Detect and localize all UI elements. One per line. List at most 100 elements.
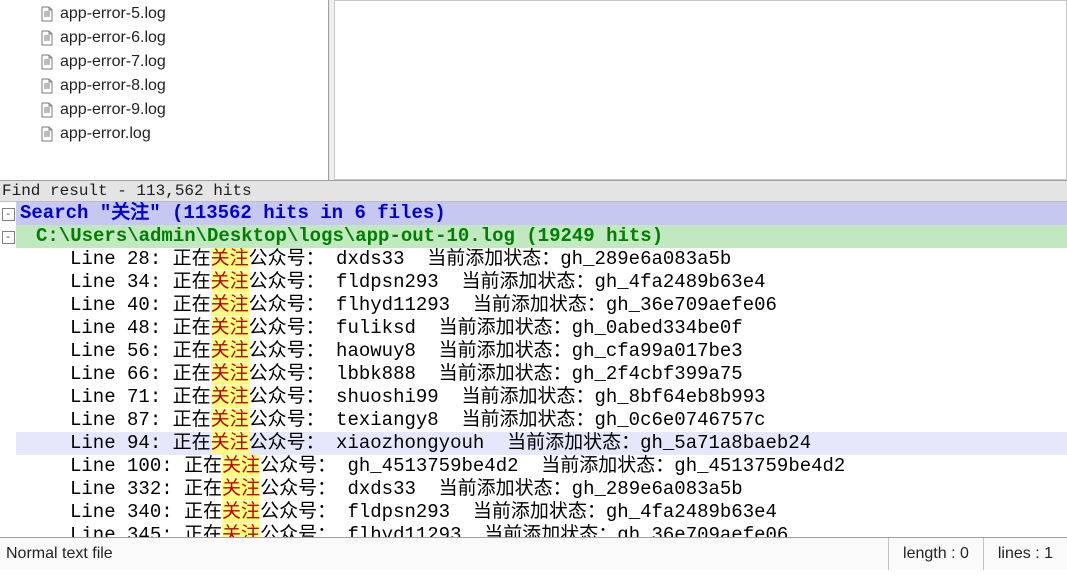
result-line-text: Line 87: 正在关注公众号： texiangy8 当前添加状态：gh_0c… — [16, 409, 1067, 432]
result-text-after: 公众号： fldpsn293 当前添加状态：gh_4fa2489b63e4 — [249, 271, 766, 293]
result-text-before: 正在 — [173, 271, 211, 293]
result-highlight: 关注 — [211, 294, 249, 316]
result-highlight: 关注 — [211, 248, 249, 270]
file-tree-item[interactable]: app-error-5.log — [0, 2, 328, 26]
status-lines: lines : 1 — [984, 538, 1067, 570]
collapse-icon[interactable]: - — [2, 208, 15, 221]
status-file-type: Normal text file — [0, 538, 889, 570]
file-tree-item-label: app-error-5.log — [60, 5, 166, 23]
result-text-before: 正在 — [184, 478, 222, 500]
search-header-row[interactable]: -Search "关注" (113562 hits in 6 files) — [0, 202, 1067, 225]
result-line-number: Line 56: — [70, 340, 173, 362]
collapse-icon[interactable]: - — [2, 231, 15, 244]
result-line-number: Line 340: — [70, 501, 184, 523]
file-icon — [40, 78, 54, 94]
result-line-text: Line 340: 正在关注公众号： fldpsn293 当前添加状态：gh_4… — [16, 501, 1067, 524]
result-text-before: 正在 — [173, 340, 211, 362]
file-tree-item-label: app-error-7.log — [60, 53, 166, 71]
fold-gutter[interactable]: - — [0, 202, 16, 225]
result-line-text: Line 56: 正在关注公众号： haowuy8 当前添加状态：gh_cfa9… — [16, 340, 1067, 363]
result-line[interactable]: Line 340: 正在关注公众号： fldpsn293 当前添加状态：gh_4… — [0, 501, 1067, 524]
result-text-after: 公众号： lbbk888 当前添加状态：gh_2f4cbf399a75 — [249, 363, 743, 385]
result-line[interactable]: Line 66: 正在关注公众号： lbbk888 当前添加状态：gh_2f4c… — [0, 363, 1067, 386]
file-tree-item-label: app-error.log — [60, 125, 151, 143]
find-result-title-bar: Find result - 113,562 hits — [0, 181, 1067, 202]
status-length: length : 0 — [889, 538, 984, 570]
file-tree-item[interactable]: app-error-6.log — [0, 26, 328, 50]
result-line[interactable]: Line 56: 正在关注公众号： haowuy8 当前添加状态：gh_cfa9… — [0, 340, 1067, 363]
file-tree-item[interactable]: app-error.log — [0, 122, 328, 146]
result-text-before: 正在 — [184, 524, 222, 537]
result-line-number: Line 28: — [70, 248, 173, 270]
editor-panel[interactable] — [329, 0, 1067, 180]
result-text-after: 公众号： haowuy8 当前添加状态：gh_cfa99a017be3 — [249, 340, 743, 362]
result-line-text: Line 345: 正在关注公众号： flhyd11293 当前添加状态：gh_… — [16, 524, 1067, 537]
result-line-text: Line 332: 正在关注公众号： dxds33 当前添加状态：gh_289e… — [16, 478, 1067, 501]
result-line[interactable]: Line 71: 正在关注公众号： shuoshi99 当前添加状态：gh_8b… — [0, 386, 1067, 409]
status-bar: Normal text file length : 0 lines : 1 — [0, 537, 1067, 570]
result-text-after: 公众号： texiangy8 当前添加状态：gh_0c6e0746757c — [249, 409, 766, 431]
result-text-before: 正在 — [173, 248, 211, 270]
file-tree-item[interactable]: app-error-9.log — [0, 98, 328, 122]
result-highlight: 关注 — [222, 524, 260, 537]
file-tree-item-label: app-error-6.log — [60, 29, 166, 47]
file-icon — [40, 54, 54, 70]
result-line-number: Line 332: — [70, 478, 184, 500]
result-text-before: 正在 — [173, 363, 211, 385]
result-line-text: Line 71: 正在关注公众号： shuoshi99 当前添加状态：gh_8b… — [16, 386, 1067, 409]
file-tree-item-label: app-error-9.log — [60, 101, 166, 119]
result-highlight: 关注 — [211, 409, 249, 431]
file-icon — [40, 30, 54, 46]
file-tree-item[interactable]: app-error-7.log — [0, 50, 328, 74]
result-line-text: Line 100: 正在关注公众号： gh_4513759be4d2 当前添加状… — [16, 455, 1067, 478]
result-text-before: 正在 — [184, 455, 222, 477]
result-line-number: Line 48: — [70, 317, 173, 339]
result-line[interactable]: Line 28: 正在关注公众号： dxds33 当前添加状态：gh_289e6… — [0, 248, 1067, 271]
result-line-number: Line 71: — [70, 386, 173, 408]
result-text-after: 公众号： dxds33 当前添加状态：gh_289e6a083a5b — [260, 478, 743, 500]
result-text-after: 公众号： shuoshi99 当前添加状态：gh_8bf64eb8b993 — [249, 386, 766, 408]
result-highlight: 关注 — [222, 501, 260, 523]
result-line-number: Line 66: — [70, 363, 173, 385]
file-tree-item[interactable]: app-error-8.log — [0, 74, 328, 98]
file-header-row[interactable]: -C:\Users\admin\Desktop\logs\app-out-10.… — [0, 225, 1067, 248]
file-tree: app-error-5.log app-error-6.log app-error-… — [0, 0, 328, 146]
result-line[interactable]: Line 48: 正在关注公众号： fuliksd 当前添加状态：gh_0abe… — [0, 317, 1067, 340]
result-text-after: 公众号： fldpsn293 当前添加状态：gh_4fa2489b63e4 — [260, 501, 777, 523]
result-text-before: 正在 — [173, 409, 211, 431]
file-tree-item-label: app-error-8.log — [60, 77, 166, 95]
result-line[interactable]: Line 332: 正在关注公众号： dxds33 当前添加状态：gh_289e… — [0, 478, 1067, 501]
result-highlight: 关注 — [211, 363, 249, 385]
result-line-number: Line 87: — [70, 409, 173, 431]
result-text-after: 公众号： xiaozhongyouh 当前添加状态：gh_5a71a8baeb2… — [249, 432, 811, 454]
result-line[interactable]: Line 87: 正在关注公众号： texiangy8 当前添加状态：gh_0c… — [0, 409, 1067, 432]
find-result-panel[interactable]: -Search "关注" (113562 hits in 6 files)-C:… — [0, 202, 1067, 537]
result-highlight: 关注 — [211, 317, 249, 339]
file-icon — [40, 126, 54, 142]
result-highlight: 关注 — [211, 432, 249, 454]
file-tree-panel[interactable]: app-error-5.log app-error-6.log app-error-… — [0, 0, 329, 180]
file-icon — [40, 6, 54, 22]
result-line[interactable]: Line 345: 正在关注公众号： flhyd11293 当前添加状态：gh_… — [0, 524, 1067, 537]
result-line[interactable]: Line 94: 正在关注公众号： xiaozhongyouh 当前添加状态：g… — [0, 432, 1067, 455]
result-text-before: 正在 — [173, 386, 211, 408]
result-line-text: Line 66: 正在关注公众号： lbbk888 当前添加状态：gh_2f4c… — [16, 363, 1067, 386]
result-line[interactable]: Line 40: 正在关注公众号： flhyd11293 当前添加状态：gh_3… — [0, 294, 1067, 317]
result-highlight: 关注 — [211, 271, 249, 293]
file-header-text: C:\Users\admin\Desktop\logs\app-out-10.l… — [16, 225, 1067, 248]
result-line[interactable]: Line 100: 正在关注公众号： gh_4513759be4d2 当前添加状… — [0, 455, 1067, 478]
result-line-number: Line 345: — [70, 524, 184, 537]
result-line-text: Line 48: 正在关注公众号： fuliksd 当前添加状态：gh_0abe… — [16, 317, 1067, 340]
result-line-text: Line 94: 正在关注公众号： xiaozhongyouh 当前添加状态：g… — [16, 432, 1067, 455]
top-split: app-error-5.log app-error-6.log app-error-… — [0, 0, 1067, 181]
result-text-after: 公众号： dxds33 当前添加状态：gh_289e6a083a5b — [249, 248, 732, 270]
result-highlight: 关注 — [211, 386, 249, 408]
result-line-text: Line 28: 正在关注公众号： dxds33 当前添加状态：gh_289e6… — [16, 248, 1067, 271]
result-text-before: 正在 — [173, 294, 211, 316]
result-text-after: 公众号： flhyd11293 当前添加状态：gh_36e709aefe06 — [260, 524, 788, 537]
fold-gutter[interactable]: - — [0, 225, 16, 248]
result-line[interactable]: Line 34: 正在关注公众号： fldpsn293 当前添加状态：gh_4f… — [0, 271, 1067, 294]
result-line-number: Line 40: — [70, 294, 173, 316]
result-line-text: Line 34: 正在关注公众号： fldpsn293 当前添加状态：gh_4f… — [16, 271, 1067, 294]
result-highlight: 关注 — [222, 478, 260, 500]
